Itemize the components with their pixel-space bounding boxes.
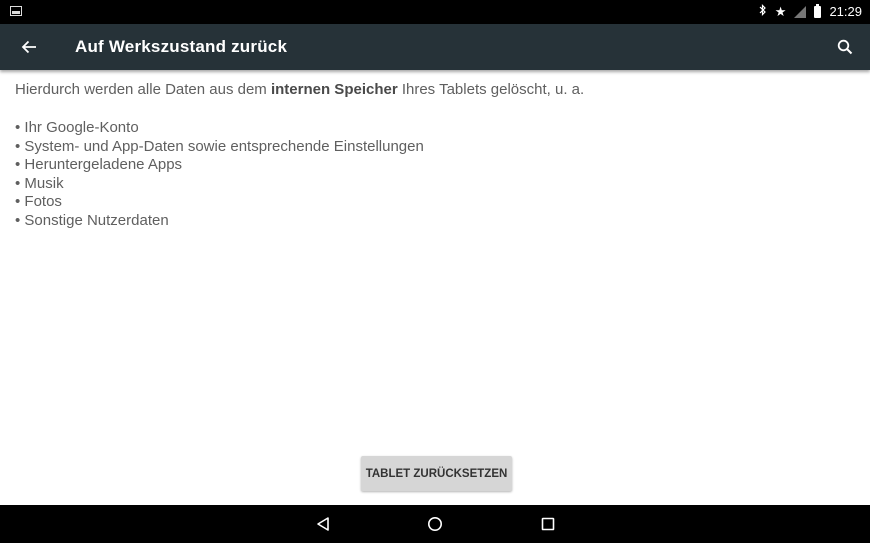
list-item: Ihr Google-Konto [15, 119, 855, 138]
list-item: Heruntergeladene Apps [15, 156, 855, 175]
page-title: Auf Werkszustand zurück [75, 37, 288, 56]
back-button[interactable] [14, 32, 44, 62]
nav-recents-button[interactable] [533, 509, 563, 539]
list-item: Musik [15, 175, 855, 194]
status-icons: ★ 21:29 [759, 0, 862, 24]
bluetooth-icon [759, 0, 767, 24]
intro-text: Hierdurch werden alle Daten aus dem inte… [15, 80, 855, 100]
star-icon: ★ [774, 4, 787, 19]
search-icon [837, 39, 853, 55]
intro-suffix: Ihres Tablets gelöscht, u. a. [397, 81, 585, 98]
status-time: 21:29 [829, 4, 862, 19]
list-item: Fotos [15, 193, 855, 212]
data-list: Ihr Google-Konto System- und App-Daten s… [15, 119, 855, 230]
arrow-back-icon [21, 40, 36, 54]
list-item: System- und App-Daten sowie entsprechend… [15, 138, 855, 157]
picture-icon [10, 6, 22, 16]
nav-bar [0, 505, 870, 543]
nav-home-button[interactable] [420, 509, 450, 539]
reset-tablet-button[interactable]: TABLET ZURÜCKSETZEN [361, 456, 512, 491]
toolbar: Auf Werkszustand zurück [0, 24, 870, 70]
recents-square-icon [541, 517, 555, 531]
battery-icon [814, 4, 822, 18]
intro-prefix: Hierdurch werden alle Daten aus dem [15, 81, 271, 98]
back-triangle-icon [317, 517, 329, 531]
list-item: Sonstige Nutzerdaten [15, 212, 855, 231]
content: Hierdurch werden alle Daten aus dem inte… [15, 80, 855, 230]
search-button[interactable] [830, 32, 860, 62]
status-bar: ★ 21:29 [0, 0, 870, 24]
home-circle-icon [428, 517, 442, 531]
nav-back-button[interactable] [308, 509, 338, 539]
signal-icon [794, 6, 807, 18]
intro-bold: internen Speicher [270, 81, 398, 98]
